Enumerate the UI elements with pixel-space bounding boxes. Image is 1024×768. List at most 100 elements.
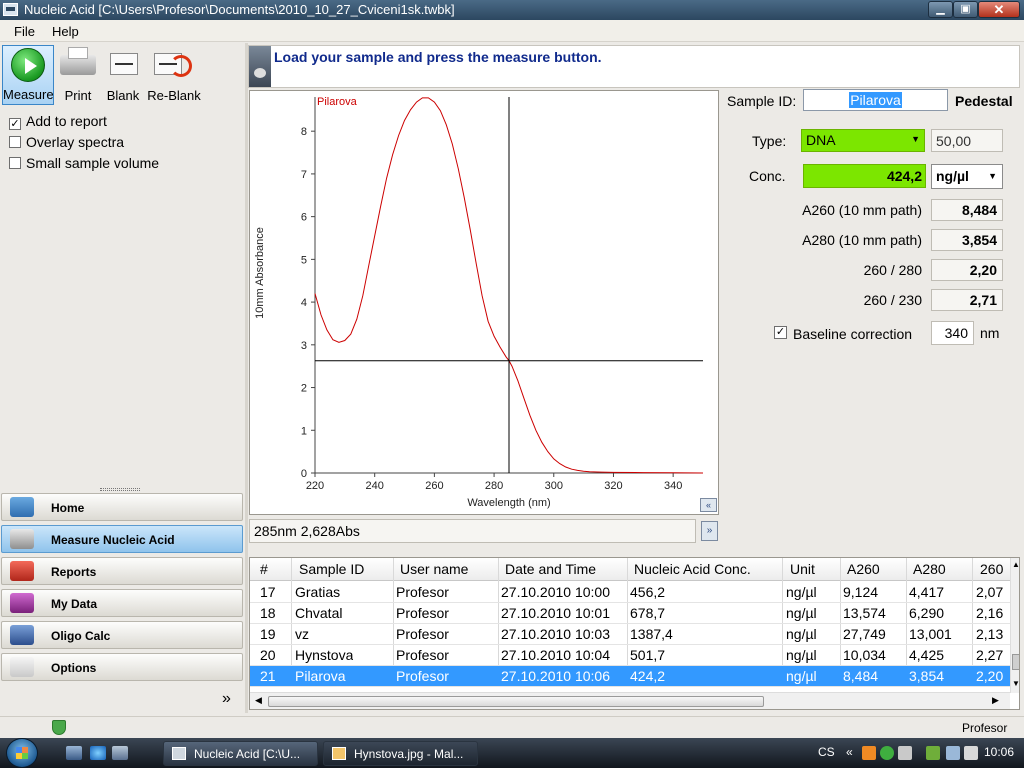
sample-id-input[interactable]: Pilarova [803,89,948,111]
column-header[interactable]: 260 [980,561,1003,577]
report-icon [10,561,34,581]
vertical-scrollbar[interactable]: ▲ ▼ [1010,558,1019,693]
cell-a260: 9,124 [843,584,879,600]
taskbar: Nucleic Acid [C:\U... Hynstova.jpg - Mal… [0,738,1024,768]
app-icon[interactable] [3,3,18,16]
cell-a280: 13,001 [909,626,952,642]
taskbar-nucleic-acid[interactable]: Nucleic Acid [C:\U... [163,741,318,766]
task-label: Hynstova.jpg - Mal... [354,747,464,761]
nav-reports[interactable]: Reports [1,557,243,585]
window-icon [172,747,186,760]
cell-index: 21 [260,668,276,684]
nav-options[interactable]: Options [1,653,243,681]
tray-app-icon[interactable] [898,746,912,760]
scroll-right-icon[interactable]: ▶ [992,695,999,706]
y-axis-label: 10mm Absorbance [254,227,266,319]
chart-collapse-button[interactable]: « [700,498,717,512]
switch-windows-icon[interactable] [112,746,128,760]
overlay-spectra-checkbox[interactable]: Overlay spectra [9,134,124,150]
y-tick-label: 4 [301,297,307,309]
nav-home[interactable]: Home [1,493,243,521]
tray-app-icon[interactable] [862,746,876,760]
column-header[interactable]: A260 [847,561,880,577]
nav-resize-grip[interactable] [100,488,140,491]
x-tick-label: 300 [545,480,563,492]
clock[interactable]: 10:06 [984,745,1014,759]
cell-conc: 501,7 [630,647,666,663]
scroll-thumb[interactable] [268,696,764,707]
column-header[interactable]: Sample ID [299,561,364,577]
column-header[interactable]: Unit [790,561,815,577]
add-to-report-checkbox[interactable]: ✓ Add to report [9,113,107,130]
column-header[interactable]: # [260,561,268,577]
scroll-thumb[interactable] [1012,654,1019,670]
type-dropdown[interactable]: DNA ▼ [801,129,925,152]
checkbox-box[interactable] [9,136,21,148]
y-tick-label: 7 [301,169,307,181]
x-axis-label: Wavelength (nm) [467,497,550,509]
small-sample-volume-checkbox[interactable]: Small sample volume [9,155,159,171]
unit-dropdown[interactable]: ng/µl ▼ [931,164,1003,189]
expand-button[interactable]: » [701,521,718,541]
ratio-260-230-value: 2,71 [931,289,1003,311]
show-desktop-icon[interactable] [66,746,82,760]
reblank-button[interactable]: Re-Blank [146,45,202,105]
table-row[interactable]: 19 vz Profesor 27.10.2010 10:03 1387,4 ng/µl 2… [250,624,1010,645]
network-icon[interactable] [926,746,940,760]
cell-conc: 456,2 [630,584,666,600]
print-button[interactable]: Print [56,45,100,105]
panel-splitter[interactable] [245,43,248,713]
minimize-button[interactable]: ▁ [928,1,953,18]
menu-file[interactable]: File [14,24,35,39]
taskbar-paint[interactable]: Hynstova.jpg - Mal... [323,741,478,766]
y-tick-label: 5 [301,254,307,266]
nav-label: My Data [51,597,98,611]
nav-measure-nucleic-acid[interactable]: Measure Nucleic Acid [1,525,243,553]
scroll-left-icon[interactable]: ◀ [255,695,262,706]
checkbox-box[interactable]: ✓ [9,118,21,130]
checkbox-box[interactable] [9,157,21,169]
nav-oligo-calc[interactable]: Oligo Calc [1,621,243,649]
tray-app-icon[interactable] [880,746,894,760]
table-row[interactable]: 20 Hynstova Profesor 27.10.2010 10:04 501,7 n… [250,645,1010,666]
cell-ratio: 2,13 [976,626,1004,642]
spectrum-svg: 220 240 260 280 300 320 340 0 1 2 3 4 5 6 7 8 Wavelength… [254,96,704,509]
spectrum-chart[interactable]: 220 240 260 280 300 320 340 0 1 2 3 4 5 6 7 8 Wavelength… [249,90,719,515]
column-header[interactable]: Date and Time [505,561,596,577]
table-row[interactable]: 21 Pilarova Profesor 27.10.2010 10:06 424,2 n… [250,666,1010,687]
a260-value: 8,484 [931,199,1003,221]
blank-button[interactable]: Blank [102,45,144,105]
table-row[interactable]: 18 Chvatal Profesor 27.10.2010 10:01 678,7 ng… [250,603,1010,624]
network-icon[interactable] [946,746,960,760]
nav-my-data[interactable]: My Data [1,589,243,617]
baseline-wavelength-input[interactable]: 340 [931,321,974,345]
y-tick-label: 3 [301,340,307,352]
maximize-button[interactable]: ▣ [953,1,978,18]
column-header[interactable]: User name [400,561,468,577]
horizontal-scrollbar[interactable]: ◀ ▶ [250,692,1010,709]
table-header: # Sample ID User name Date and Time Nucl… [250,558,1010,581]
tray-expand-icon[interactable]: « [846,745,853,759]
volume-icon[interactable] [964,746,978,760]
column-header[interactable]: Nucleic Acid Conc. [634,561,751,577]
printer-icon [60,47,96,75]
cell-sample-id: vz [295,626,309,642]
cell-a280: 6,290 [909,605,945,621]
internet-explorer-icon[interactable] [90,746,106,760]
scroll-down-icon[interactable]: ▼ [1012,679,1019,688]
language-indicator[interactable]: CS [818,745,835,759]
blank-label: Blank [106,88,140,103]
close-button[interactable]: ✕ [978,1,1020,18]
y-tick-label: 0 [301,468,307,480]
table-row[interactable]: 17 Gratias Profesor 27.10.2010 10:00 456,2 ng… [250,582,1010,603]
toolbar: Measure Print Blank Re-Blank [0,43,245,105]
column-header[interactable]: A280 [913,561,946,577]
baseline-correction-checkbox[interactable]: ✓ [774,326,787,339]
menu-help[interactable]: Help [52,24,79,39]
start-button[interactable] [6,738,38,768]
x-tick-label: 220 [306,480,324,492]
nav-more-button[interactable]: » [222,690,231,708]
measure-button[interactable]: Measure [2,45,54,105]
scroll-up-icon[interactable]: ▲ [1012,560,1019,569]
type-factor-field[interactable]: 50,00 [931,129,1003,152]
